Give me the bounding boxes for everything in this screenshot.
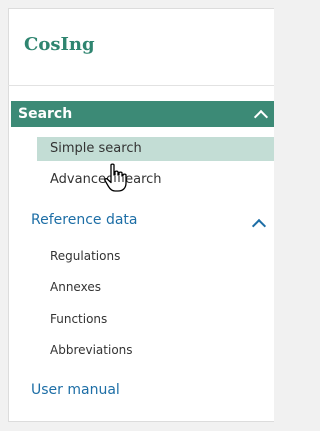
- brand-title[interactable]: CosIng: [24, 34, 95, 55]
- reference-data-header[interactable]: Reference data: [31, 212, 137, 228]
- user-manual-link[interactable]: User manual: [31, 382, 120, 398]
- search-section-label: Search: [18, 106, 73, 122]
- hand-pointer-cursor-icon: [104, 163, 127, 192]
- chevron-up-icon[interactable]: [253, 109, 269, 125]
- menu-item-label: Simple search: [50, 141, 142, 156]
- menu-item-annexes[interactable]: Annexes: [50, 280, 101, 294]
- search-section-header[interactable]: Search: [11, 101, 274, 127]
- menu-item-simple-search[interactable]: Simple search: [37, 137, 274, 161]
- menu-item-advanced-search[interactable]: Advanced search: [37, 168, 274, 192]
- menu-item-functions[interactable]: Functions: [50, 312, 107, 326]
- menu-item-abbreviations[interactable]: Abbreviations: [50, 343, 133, 357]
- menu-item-regulations[interactable]: Regulations: [50, 249, 120, 263]
- brand-divider: [8, 85, 274, 86]
